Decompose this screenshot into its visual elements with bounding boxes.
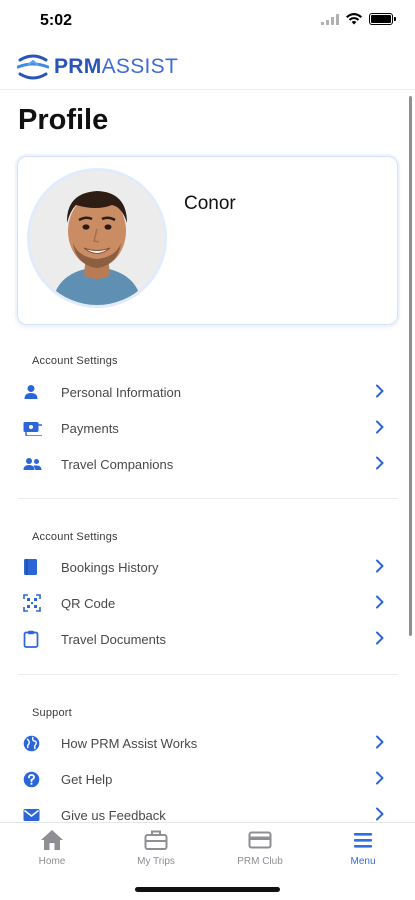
book-icon	[18, 558, 46, 576]
companions-icon	[18, 457, 46, 471]
section-divider	[18, 498, 398, 499]
section-label-account-settings-2: Account Settings	[32, 531, 118, 543]
tab-label: PRM Club	[237, 856, 283, 867]
chevron-right-icon	[376, 735, 384, 749]
logo-mark-icon	[17, 54, 49, 79]
tab-label: My Trips	[137, 856, 175, 867]
chevron-right-icon	[376, 384, 384, 398]
menu-item-get-help[interactable]: Get Help	[18, 761, 398, 797]
globe-icon	[18, 735, 46, 752]
home-indicator	[135, 887, 280, 892]
scrollbar[interactable]	[409, 96, 412, 636]
menu-item-label: QR Code	[61, 595, 116, 611]
chevron-right-icon	[376, 559, 384, 573]
status-time: 5:02	[40, 12, 73, 29]
qr-code-icon	[18, 594, 46, 612]
menu-item-personal-information[interactable]: Personal Information	[18, 374, 398, 410]
tab-my-trips[interactable]: My Trips	[106, 829, 206, 867]
brand-logo: PRMASSIST	[17, 52, 178, 82]
status-bar: 5:02	[0, 0, 415, 44]
chevron-right-icon	[376, 771, 384, 785]
brand-name-bold: PRM	[54, 54, 102, 78]
menu-item-label: How PRM Assist Works	[61, 735, 198, 751]
chevron-right-icon	[376, 420, 384, 434]
menu-icon	[354, 833, 372, 848]
menu-item-bookings-history[interactable]: Bookings History	[18, 549, 398, 585]
tab-home[interactable]: Home	[2, 829, 102, 867]
menu-item-label: Travel Documents	[61, 631, 166, 647]
wifi-icon	[346, 13, 362, 25]
menu-item-give-us-feedback[interactable]: Give us Feedback	[18, 797, 398, 822]
payments-icon	[18, 421, 46, 436]
tab-prm-club[interactable]: PRM Club	[210, 829, 310, 867]
profile-name: Conor	[184, 193, 236, 214]
menu-item-travel-companions[interactable]: Travel Companions	[18, 446, 398, 482]
brand-name-light: ASSIST	[101, 54, 179, 78]
status-icons	[321, 13, 396, 25]
section-divider	[18, 674, 398, 675]
help-icon	[18, 771, 46, 788]
tab-label: Menu	[350, 856, 376, 867]
menu-item-label: Bookings History	[61, 559, 159, 575]
menu-item-label: Travel Companions	[61, 456, 174, 472]
menu-item-label: Get Help	[61, 771, 113, 787]
menu-item-label: Payments	[61, 420, 119, 436]
profile-card[interactable]: Conor	[17, 156, 398, 325]
tab-label: Home	[38, 856, 66, 867]
section-label-support: Support	[32, 707, 72, 719]
page-title: Profile	[18, 104, 109, 136]
menu-item-payments[interactable]: Payments	[18, 410, 398, 446]
section-label-account-settings: Account Settings	[32, 355, 118, 367]
menu-item-how-prm-assist-works[interactable]: How PRM Assist Works	[18, 725, 398, 761]
person-icon	[18, 384, 46, 400]
tab-menu[interactable]: Menu	[313, 829, 413, 867]
chevron-right-icon	[376, 595, 384, 609]
menu-item-travel-documents[interactable]: Travel Documents	[18, 621, 398, 657]
app-header: PRMASSIST	[0, 44, 415, 90]
chevron-right-icon	[376, 807, 384, 821]
card-icon	[248, 831, 272, 849]
battery-icon	[369, 13, 396, 25]
bottom-tab-bar: Home My Trips PRM Club Menu	[0, 822, 415, 900]
chevron-right-icon	[376, 631, 384, 645]
avatar-photo	[30, 171, 164, 305]
menu-item-label: Personal Information	[61, 384, 181, 400]
briefcase-icon	[144, 830, 168, 850]
menu-item-qr-code[interactable]: QR Code	[18, 585, 398, 621]
profile-scroll-area[interactable]: Profile Conor Account Settings Personal …	[0, 90, 415, 822]
chevron-right-icon	[376, 456, 384, 470]
clipboard-icon	[18, 630, 46, 648]
home-icon	[41, 830, 63, 850]
menu-item-label: Give us Feedback	[61, 807, 166, 823]
signal-icon	[321, 13, 339, 25]
mail-icon	[18, 808, 46, 822]
avatar[interactable]	[27, 168, 167, 308]
